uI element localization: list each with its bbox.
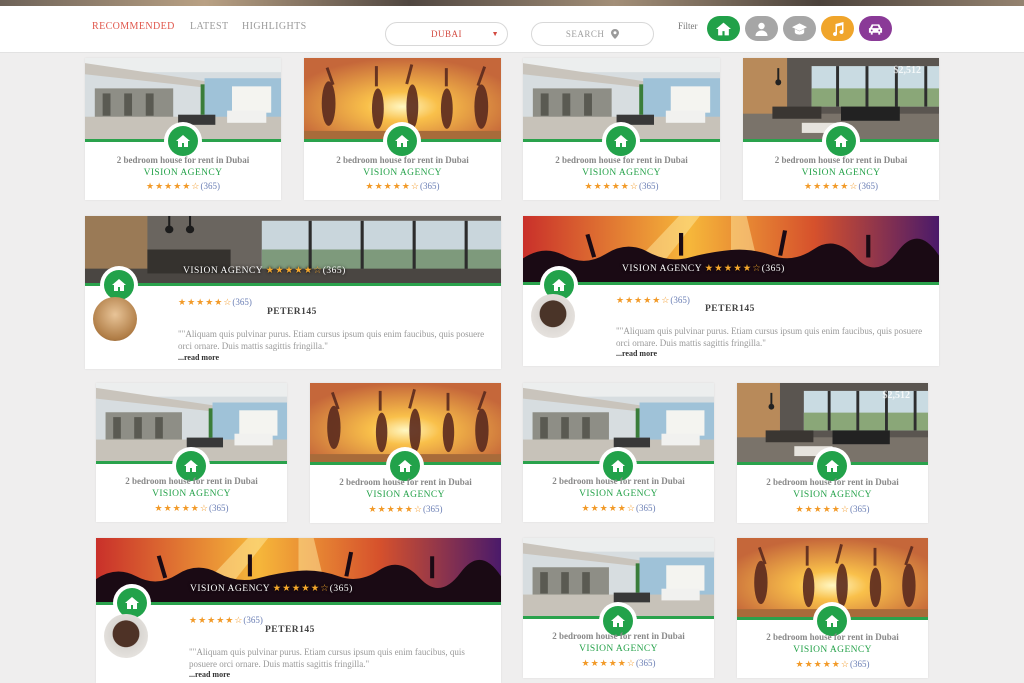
agency-name: VISION AGENCY [152, 489, 231, 499]
home-icon [716, 22, 731, 35]
listing-card[interactable]: 2 bedroom house for rent in Dubai VISION… [737, 538, 928, 678]
search-label: SEARCH [565, 29, 605, 39]
listing-card[interactable]: 2 bedroom house for rent in Dubai VISION… [523, 383, 714, 522]
listing-card[interactable]: 2 bedroom house for rent in Dubai VISION… [85, 58, 281, 200]
agency-name: VISION AGENCY [143, 168, 223, 178]
caret-down-icon: ▼ [491, 30, 499, 38]
city-select[interactable]: DUBAI ▼ [385, 22, 508, 46]
car-icon [868, 23, 883, 35]
event-card[interactable]: VISION AGENCY ★★★★★☆(365) ★★★★★☆(365) PE… [523, 216, 939, 366]
listing-title: 2 bedroom house for rent in Dubai [552, 476, 685, 486]
rating-stars: ★★★★★☆(365) [584, 181, 659, 191]
review-text: ""Aliquam quis pulvinar purus. Etiam cur… [178, 329, 485, 351]
location-pin-icon [611, 29, 620, 39]
agency-name: VISION AGENCY [579, 644, 658, 654]
top-toolbar: RECOMMENDED LATEST HIGHLIGHTS DUBAI ▼ SE… [0, 6, 1024, 53]
rating-stars: ★★★★★☆(365) [365, 181, 440, 191]
filter-label: Filter [678, 21, 698, 31]
author-name: PETER145 [265, 625, 315, 635]
tab-latest[interactable]: LATEST [190, 21, 229, 32]
price-label: $2,512 [893, 65, 922, 76]
filter-home-button[interactable] [707, 16, 740, 41]
avatar [531, 294, 575, 338]
rating-stars: ★★★★★☆(365) [616, 295, 690, 305]
listing-card[interactable]: 2 bedroom house for rent in Dubai VISION… [310, 383, 501, 523]
read-more-link[interactable]: ...read more [178, 353, 219, 362]
rating-stars: ★★★★★☆(365) [178, 297, 252, 307]
agency-name: VISION AGENCY [366, 490, 445, 500]
agency-name: VISION AGENCY [579, 489, 658, 499]
listing-card[interactable]: 2 bedroom house for rent in Dubai VISION… [523, 58, 720, 200]
listing-title: 2 bedroom house for rent in Dubai [552, 631, 685, 641]
filter-education-button[interactable] [783, 16, 816, 41]
filter-car-button[interactable] [859, 16, 892, 41]
city-select-value: DUBAI [431, 29, 462, 39]
rating-stars: ★★★★★☆(365) [804, 181, 878, 191]
rating-stars: ★★★★★☆(365) [795, 659, 870, 669]
listing-card[interactable]: 2 bedroom house for rent in Dubai VISION… [304, 58, 501, 200]
listing-title: 2 bedroom house for rent in Dubai [766, 477, 899, 487]
listing-title: 2 bedroom house for rent in Dubai [555, 155, 688, 165]
listing-title: 2 bedroom house for rent in Dubai [116, 155, 250, 165]
author-name: PETER145 [267, 307, 317, 317]
listing-title: 2 bedroom house for rent in Dubai [125, 476, 258, 486]
graduation-cap-icon [792, 22, 807, 35]
music-icon [833, 21, 844, 36]
listing-card[interactable]: $2,512 2 bedroom house for rent in Dubai… [743, 58, 939, 200]
rating-stars: ★★★★★☆(365) [795, 504, 870, 514]
agency-name: VISION AGENCY [793, 490, 872, 500]
event-photo [523, 216, 939, 285]
event-card[interactable]: VISION AGENCY ★★★★★☆(365) ★★★★★☆(365) PE… [96, 538, 501, 683]
agency-name: VISION AGENCY [363, 168, 442, 178]
rating-stars: ★★★★★☆(365) [581, 658, 656, 668]
event-overlay: VISION AGENCY ★★★★★☆(365) [622, 264, 785, 274]
listing-title: 2 bedroom house for rent in Dubai [774, 155, 908, 165]
search-button[interactable]: SEARCH [531, 22, 654, 46]
listing-card[interactable]: $2,512 2 bedroom house for rent in Dubai… [737, 383, 928, 523]
avatar [93, 297, 137, 341]
filter-music-button[interactable] [821, 16, 854, 41]
read-more-link[interactable]: ...read more [189, 670, 230, 679]
tab-recommended[interactable]: RECOMMENDED [92, 21, 175, 32]
rating-stars: ★★★★★☆(365) [368, 504, 443, 514]
listing-card[interactable]: 2 bedroom house for rent in Dubai VISION… [96, 383, 287, 522]
author-name: PETER145 [705, 304, 755, 314]
review-text: ""Aliquam quis pulvinar purus. Etiam cur… [616, 326, 923, 348]
tab-highlights[interactable]: HIGHLIGHTS [242, 21, 307, 32]
event-photo [96, 538, 501, 605]
event-card[interactable]: VISION AGENCY ★★★★★☆(365) ★★★★★☆(365) PE… [85, 216, 501, 369]
rating-stars: ★★★★★☆(365) [154, 503, 229, 513]
avatar [104, 614, 148, 658]
read-more-link[interactable]: ...read more [616, 349, 657, 358]
user-icon [755, 22, 768, 36]
filter-user-button[interactable] [745, 16, 778, 41]
rating-stars: ★★★★★☆(365) [189, 615, 263, 625]
listing-title: 2 bedroom house for rent in Dubai [766, 632, 899, 642]
review-text: ""Aliquam quis pulvinar purus. Etiam cur… [189, 647, 465, 669]
agency-name: VISION AGENCY [793, 645, 872, 655]
listing-title: 2 bedroom house for rent in Dubai [339, 477, 472, 487]
agency-name: VISION AGENCY [582, 168, 661, 178]
rating-stars: ★★★★★☆(365) [581, 503, 656, 513]
rating-stars: ★★★★★☆(365) [146, 181, 220, 191]
price-label: $2,512 [882, 390, 911, 401]
listing-title: 2 bedroom house for rent in Dubai [336, 155, 469, 165]
event-overlay: VISION AGENCY ★★★★★☆(365) [190, 584, 353, 594]
agency-name: VISION AGENCY [801, 168, 881, 178]
event-overlay: VISION AGENCY ★★★★★☆(365) [183, 266, 346, 276]
listing-card[interactable]: 2 bedroom house for rent in Dubai VISION… [523, 538, 714, 678]
